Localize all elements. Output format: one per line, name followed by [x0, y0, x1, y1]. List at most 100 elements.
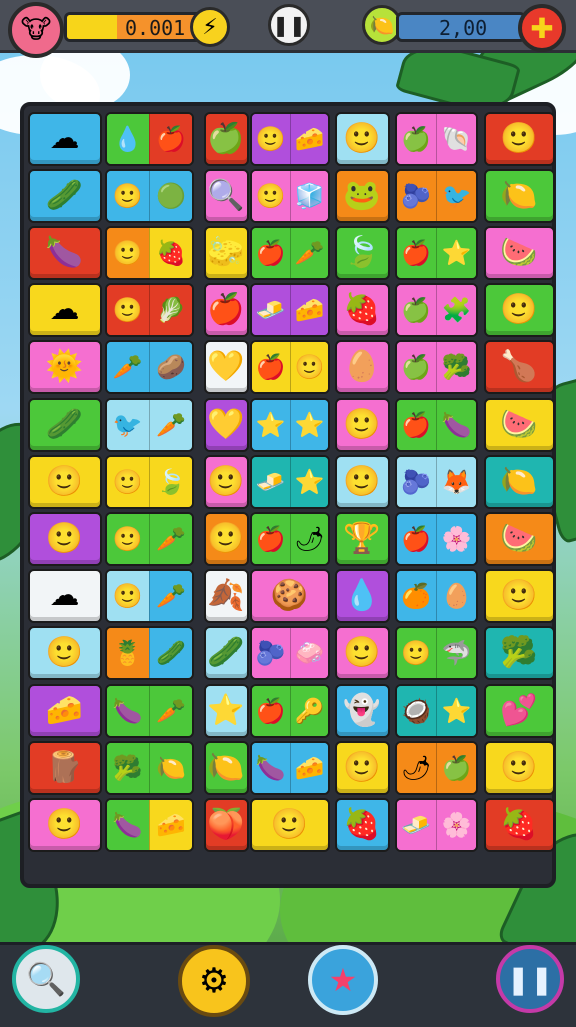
tile-r13-c7[interactable]: 🍓	[483, 797, 555, 853]
tile-r12-c2[interactable]: 🥦 🍋	[104, 740, 194, 795]
tile-r9-c2[interactable]: 🙂 🥕	[104, 569, 194, 624]
tile-r11-c4[interactable]: 🍎 🔑	[249, 683, 330, 738]
tile-r5-c1[interactable]: 🌞	[27, 340, 102, 395]
tile-r9-c6[interactable]: 🍊 🥚	[394, 569, 478, 624]
tile-r10-c5[interactable]: 🙂	[334, 626, 390, 681]
tile-r1-c6[interactable]: 🍏 🐚	[394, 111, 478, 166]
tile-r2-c1[interactable]: 🥒	[27, 168, 102, 223]
tile-r9-c5[interactable]: 💧	[334, 569, 390, 624]
tile-r11-c3[interactable]: ⭐	[203, 683, 249, 738]
tile-r7-c2[interactable]: 🙂 🍃	[104, 454, 194, 509]
tile-r12-c1[interactable]: 🪵	[27, 740, 102, 795]
tile-r5-c7[interactable]: 🍗	[483, 340, 555, 395]
tile-r2-c3[interactable]: 🔍	[203, 168, 249, 223]
tile-r3-c1[interactable]: 🍆	[27, 225, 102, 281]
tile-r9-c3[interactable]: 🍂	[203, 569, 249, 624]
tile-r13-c4[interactable]: 🙂	[249, 797, 330, 853]
tile-r6-c7[interactable]: 🍉	[483, 397, 555, 452]
tile-r4-c2[interactable]: 🙂 🥬	[104, 283, 194, 338]
tile-r1-c4[interactable]: 🙂 🧀	[249, 111, 330, 166]
tile-r13-c5[interactable]: 🍓	[334, 797, 390, 853]
tile-r4-c3[interactable]: 🍎	[203, 283, 249, 338]
tile-r8-c2[interactable]: 🙂 🥕	[104, 511, 194, 567]
pause-button-top[interactable]: ❚❚	[268, 4, 310, 46]
tile-symbol-icon: 🏆	[343, 520, 381, 556]
tile-r7-c7[interactable]: 🍋	[483, 454, 555, 509]
tile-r13-c1[interactable]: 🙂	[27, 797, 102, 853]
tile-r4-c6[interactable]: 🍏 🧩	[394, 283, 478, 338]
tile-r3-c6[interactable]: 🍎 ⭐	[394, 225, 478, 281]
tile-r13-c3[interactable]: 🍑	[203, 797, 249, 853]
tile-r10-c4[interactable]: 🫐 🧼	[249, 626, 330, 681]
tile-r8-c5[interactable]: 🏆	[334, 511, 390, 567]
tile-r12-c7[interactable]: 🙂	[483, 740, 555, 795]
tile-r3-c2[interactable]: 🙂 🍓	[104, 225, 194, 281]
tile-r10-c3[interactable]: 🥒	[203, 626, 249, 681]
tile-r8-c6[interactable]: 🍎 🌸	[394, 511, 478, 567]
tile-r7-c4[interactable]: 🧈 ⭐	[249, 454, 330, 509]
tile-r2-c7[interactable]: 🍋	[483, 168, 555, 223]
tile-r2-c5[interactable]: 🐸	[334, 168, 390, 223]
tile-r5-c3[interactable]: 💛	[203, 340, 249, 395]
tile-r4-c1[interactable]: ☁	[27, 283, 102, 338]
tile-r6-c2[interactable]: 🐦 🥕	[104, 397, 194, 452]
star-powerup-button[interactable]: ★	[308, 945, 378, 1015]
tile-r3-c5[interactable]: 🍃	[334, 225, 390, 281]
pause-button-bottom[interactable]: ❚❚	[496, 945, 564, 1013]
tile-r3-c7[interactable]: 🍉	[483, 225, 555, 281]
tile-r2-c4[interactable]: 🙂 🧊	[249, 168, 330, 223]
tile-r1-c7[interactable]: 🙂	[483, 111, 555, 166]
tile-r10-c7[interactable]: 🥦	[483, 626, 555, 681]
tile-r2-c2[interactable]: 🙂 🟢	[104, 168, 194, 223]
tile-r3-c3[interactable]: 🧽	[203, 225, 249, 281]
tile-r11-c2[interactable]: 🍆 🥕	[104, 683, 194, 738]
tile-r2-c6[interactable]: 🫐 🐦	[394, 168, 478, 223]
tile-r9-c7[interactable]: 🙂	[483, 569, 555, 624]
tile-r5-c2[interactable]: 🥕 🥔	[104, 340, 194, 395]
tile-r5-c5[interactable]: 🥚	[334, 340, 390, 395]
tile-r10-c1[interactable]: 🙂	[27, 626, 102, 681]
tile-r12-c5[interactable]: 🙂	[334, 740, 390, 795]
tile-r4-c4[interactable]: 🧈 🧀	[249, 283, 330, 338]
tile-r12-c4[interactable]: 🍆 🧀	[249, 740, 330, 795]
tile-r10-c6[interactable]: 🙂 🦈	[394, 626, 478, 681]
tile-r1-c3[interactable]: 🍏	[203, 111, 249, 166]
tile-r6-c5[interactable]: 🙂	[334, 397, 390, 452]
tile-r11-c7[interactable]: 💕	[483, 683, 555, 738]
tile-r11-c1[interactable]: 🧀	[27, 683, 102, 738]
tile-r3-c4[interactable]: 🍎 🥕	[249, 225, 330, 281]
tile-r1-c5[interactable]: 🙂	[334, 111, 390, 166]
shuffle-button[interactable]: ⚙	[178, 945, 250, 1017]
tile-r13-c6[interactable]: 🧈 🌸	[394, 797, 478, 853]
tile-r8-c7[interactable]: 🍉	[483, 511, 555, 567]
tile-r8-c4[interactable]: 🍎 🌶	[249, 511, 330, 567]
tile-r11-c6[interactable]: 🥥 ⭐	[394, 683, 478, 738]
tile-r12-c3[interactable]: 🍋	[203, 740, 249, 795]
tile-r11-c5[interactable]: 👻	[334, 683, 390, 738]
hint-button[interactable]: ⚡	[190, 7, 230, 47]
tile-r9-c4[interactable]: 🍪	[249, 569, 330, 624]
tile-r12-c6[interactable]: 🌶 🍏	[394, 740, 478, 795]
tile-r7-c5[interactable]: 🙂	[334, 454, 390, 509]
tile-r8-c1[interactable]: 🙂	[27, 511, 102, 567]
tile-r8-c3[interactable]: 🙂	[203, 511, 249, 567]
tile-r7-c6[interactable]: 🫐 🦊	[394, 454, 478, 509]
tile-r1-c2[interactable]: 💧 🍎	[104, 111, 194, 166]
tile-r6-c6[interactable]: 🍎 🍆	[394, 397, 478, 452]
search-button[interactable]: 🔍	[12, 945, 80, 1013]
tile-r10-c2[interactable]: 🍍 🥒	[104, 626, 194, 681]
tile-r4-c7[interactable]: 🙂	[483, 283, 555, 338]
tile-r6-c4[interactable]: ⭐ ⭐	[249, 397, 330, 452]
tile-r5-c4[interactable]: 🍎 🙂	[249, 340, 330, 395]
tile-r13-c2[interactable]: 🍆 🧀	[104, 797, 194, 853]
tile-r6-c3[interactable]: 💛	[203, 397, 249, 452]
tile-r9-c1[interactable]: ☁	[27, 569, 102, 624]
tile-r5-c6[interactable]: 🍏 🥦	[394, 340, 478, 395]
add-coins-button[interactable]: ✚	[518, 4, 566, 52]
tile-r4-c5[interactable]: 🍓	[334, 283, 390, 338]
tile-r7-c1[interactable]: 🙂	[27, 454, 102, 509]
tile-r1-c1[interactable]: ☁	[27, 111, 102, 166]
profile-button[interactable]: 🐮	[8, 2, 64, 58]
tile-r6-c1[interactable]: 🥒	[27, 397, 102, 452]
tile-r7-c3[interactable]: 🙂	[203, 454, 249, 509]
